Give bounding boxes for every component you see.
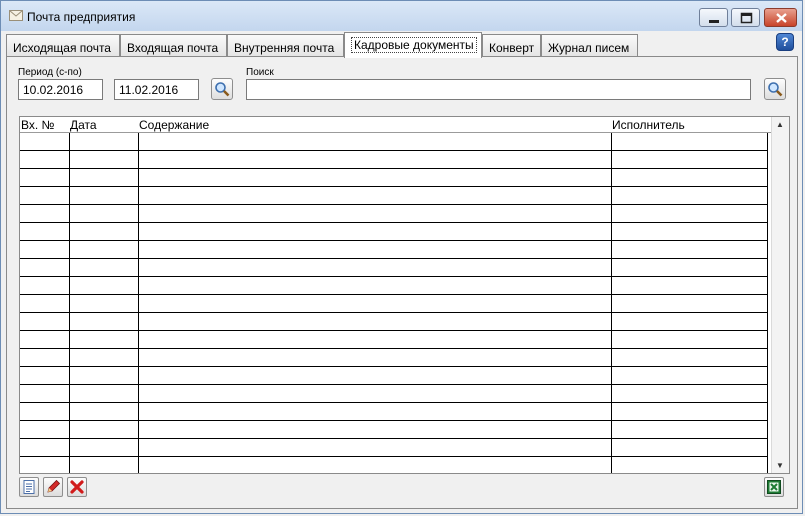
tab-incoming[interactable]: Входящая почта bbox=[120, 34, 227, 57]
maximize-icon bbox=[740, 12, 753, 24]
tab-internal[interactable]: Внутренняя почта bbox=[227, 34, 344, 57]
title-bar: Почта предприятия bbox=[1, 1, 802, 31]
column-header-date[interactable]: Дата bbox=[70, 118, 97, 132]
documents-table[interactable]: Вх. № Дата Содержание Исполнитель ▲ ▼ bbox=[19, 116, 790, 474]
period-search-button[interactable] bbox=[211, 78, 233, 100]
column-divider bbox=[767, 133, 768, 473]
column-divider bbox=[69, 133, 70, 473]
vertical-scrollbar[interactable]: ▲ ▼ bbox=[771, 117, 789, 473]
envelope-icon bbox=[9, 10, 23, 21]
table-row[interactable] bbox=[20, 331, 768, 349]
column-header-number[interactable]: Вх. № bbox=[21, 118, 54, 132]
search-label: Поиск bbox=[246, 67, 274, 78]
table-row[interactable] bbox=[20, 133, 768, 151]
table-row[interactable] bbox=[20, 223, 768, 241]
magnifier-icon bbox=[768, 82, 783, 97]
table-row[interactable] bbox=[20, 187, 768, 205]
column-header-executor[interactable]: Исполнитель bbox=[612, 118, 685, 132]
date-to-field[interactable]: 11.02.2016 bbox=[114, 79, 199, 100]
search-button[interactable] bbox=[764, 78, 786, 100]
table-row[interactable] bbox=[20, 367, 768, 385]
period-label: Период (с-по) bbox=[18, 67, 82, 78]
tab-hr-documents[interactable]: Кадровые документы bbox=[344, 32, 482, 58]
table-row[interactable] bbox=[20, 169, 768, 187]
pencil-icon bbox=[47, 479, 61, 493]
table-row[interactable] bbox=[20, 439, 768, 457]
column-divider bbox=[611, 133, 612, 473]
column-header-content[interactable]: Содержание bbox=[139, 118, 209, 132]
edit-document-button[interactable] bbox=[43, 477, 63, 497]
help-button[interactable]: ? bbox=[776, 33, 794, 51]
table-header: Вх. № Дата Содержание Исполнитель bbox=[20, 117, 772, 133]
table-row[interactable] bbox=[20, 421, 768, 439]
tab-panel: Период (с-по) 10.02.2016 11.02.2016 Поис… bbox=[6, 56, 798, 509]
close-button[interactable] bbox=[764, 8, 797, 27]
table-row[interactable] bbox=[20, 259, 768, 277]
table-row[interactable] bbox=[20, 151, 768, 169]
search-input[interactable] bbox=[246, 79, 751, 100]
minimize-icon bbox=[709, 20, 719, 23]
table-row[interactable] bbox=[20, 277, 768, 295]
red-x-icon bbox=[70, 480, 84, 494]
tab-envelope[interactable]: Конверт bbox=[482, 34, 541, 57]
delete-document-button[interactable] bbox=[67, 477, 87, 497]
excel-icon bbox=[767, 480, 781, 494]
table-body bbox=[20, 133, 768, 457]
new-document-button[interactable] bbox=[19, 477, 39, 497]
maximize-button[interactable] bbox=[731, 8, 760, 27]
scroll-down-icon[interactable]: ▼ bbox=[776, 461, 784, 470]
table-row[interactable] bbox=[20, 313, 768, 331]
help-icon: ? bbox=[781, 35, 789, 49]
magnifier-icon bbox=[215, 82, 230, 97]
column-divider bbox=[138, 133, 139, 473]
table-row[interactable] bbox=[20, 205, 768, 223]
window-title: Почта предприятия bbox=[27, 10, 136, 24]
scroll-up-icon[interactable]: ▲ bbox=[776, 120, 784, 129]
close-icon bbox=[776, 13, 787, 23]
tab-outgoing[interactable]: Исходящая почта bbox=[6, 34, 120, 57]
table-row[interactable] bbox=[20, 295, 768, 313]
export-excel-button[interactable] bbox=[764, 477, 784, 497]
date-from-field[interactable]: 10.02.2016 bbox=[18, 79, 103, 100]
table-row[interactable] bbox=[20, 241, 768, 259]
tab-mail-journal[interactable]: Журнал писем bbox=[541, 34, 638, 57]
table-row[interactable] bbox=[20, 349, 768, 367]
minimize-button[interactable] bbox=[699, 8, 728, 27]
document-icon bbox=[23, 480, 35, 494]
table-row[interactable] bbox=[20, 403, 768, 421]
table-row[interactable] bbox=[20, 385, 768, 403]
main-window: Почта предприятия Исходящая почта Входящ… bbox=[0, 0, 803, 514]
